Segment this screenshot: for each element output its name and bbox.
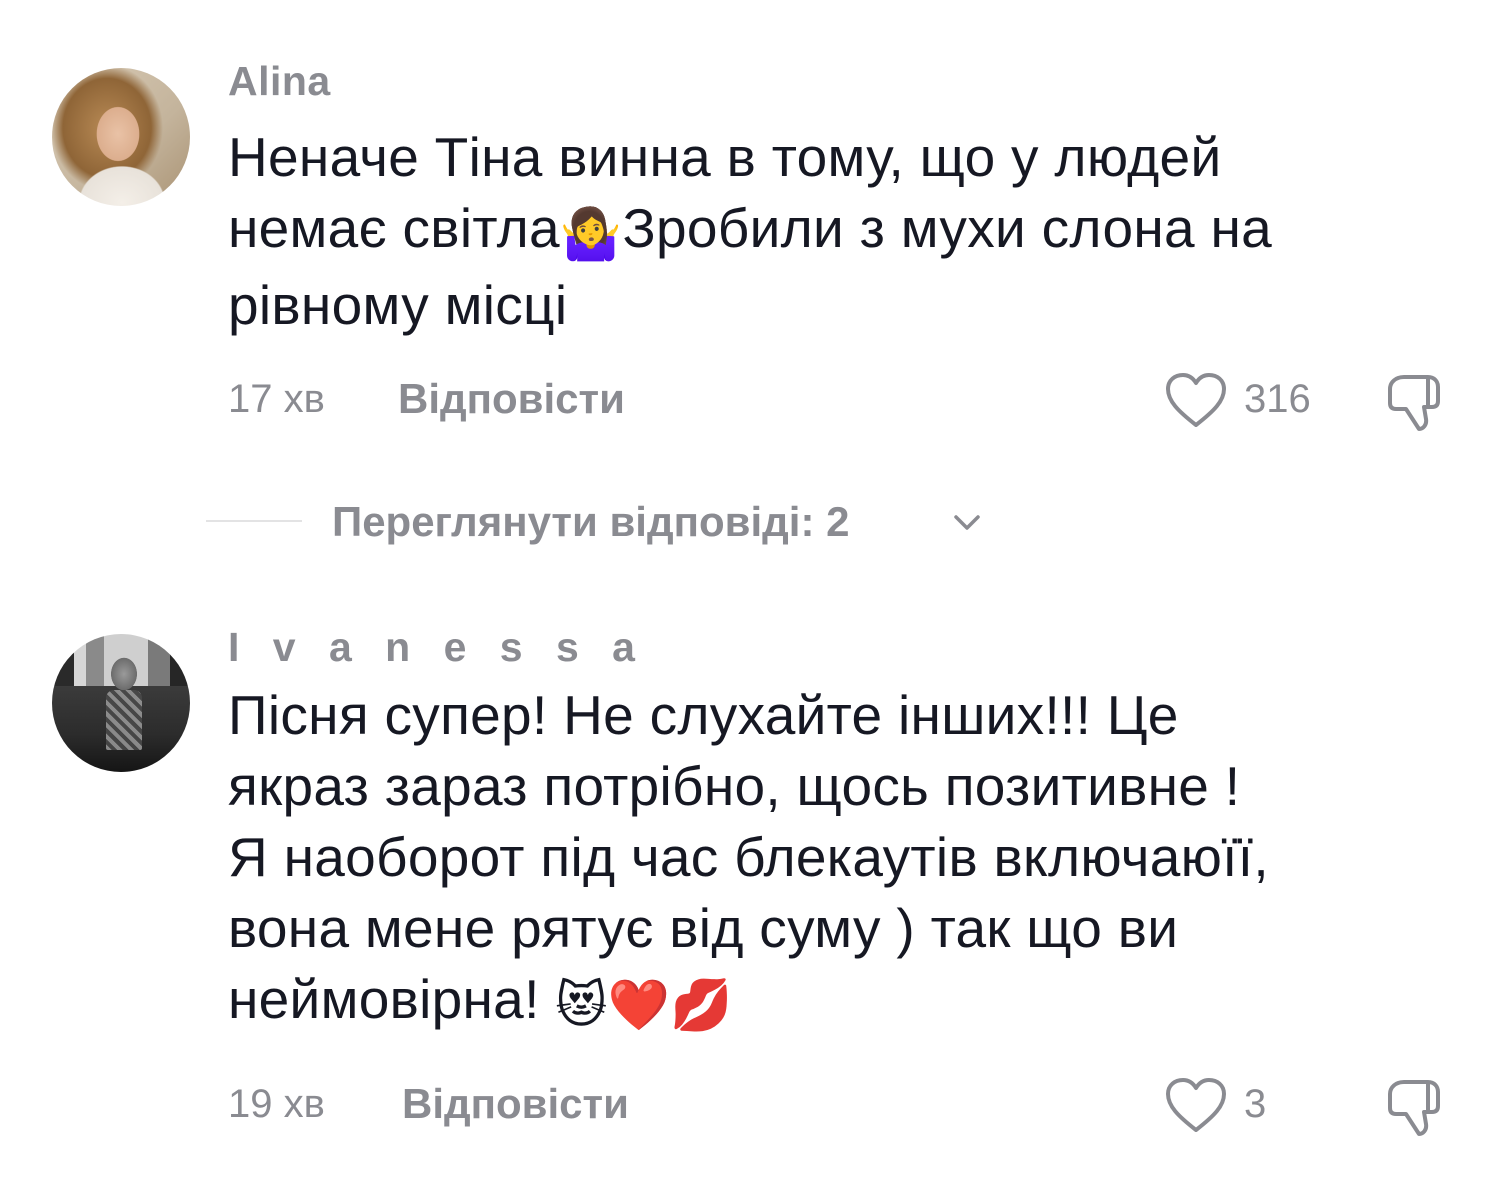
comment-text: Пісня супер! Не слухайте інших!!! Це якр…: [228, 680, 1468, 1041]
comment-text-line: якраз зараз потрібно, щось позитивне !: [228, 755, 1241, 817]
comment-text-segment: Зробили з мухи слона на: [622, 197, 1273, 259]
comment-username[interactable]: Alina: [228, 58, 331, 105]
divider-line: [206, 520, 302, 522]
view-replies-row[interactable]: Переглянути відповіді: 2: [206, 490, 1106, 550]
view-replies-button[interactable]: Переглянути відповіді: 2: [332, 498, 850, 546]
comment-text-line: Неначе Тіна винна в тому, що у людей: [228, 126, 1222, 188]
heart-outline-icon[interactable]: [1164, 371, 1228, 431]
like-count: 3: [1244, 1082, 1267, 1126]
comment-text-line: Я наоборот під час блекаутів включаюїї,: [228, 826, 1269, 888]
avatar[interactable]: [52, 634, 190, 772]
comment-meta: 17 хв Відповісти 316: [228, 367, 1500, 431]
woman-shrugging-emoji-icon: 🤷‍♀️: [559, 205, 623, 263]
thumbs-down-icon[interactable]: [1384, 371, 1448, 435]
heart-outline-icon[interactable]: [1164, 1076, 1228, 1136]
comment-text-line: неймовірна! 😻❤️💋: [228, 964, 1468, 1041]
comment-username[interactable]: I v a n e s s a: [228, 624, 646, 671]
comment-text-line: Пісня супер! Не слухайте інших!!! Це: [228, 684, 1179, 746]
comment-text-line: рівному місці: [228, 274, 568, 336]
comment-text-segment: неймовірна!: [228, 968, 556, 1030]
heart-eyes-cat-heart-kiss-emoji-icon: 😻❤️💋: [555, 976, 733, 1034]
comment-text-line: немає світла🤷‍♀️Зробили з мухи слона на: [228, 193, 1468, 270]
thumbs-down-icon[interactable]: [1384, 1076, 1448, 1140]
comment-meta: 19 хв Відповісти 3: [228, 1072, 1500, 1136]
comment-text-line: вона мене рятує від суму ) так що ви: [228, 897, 1179, 959]
avatar[interactable]: [52, 68, 190, 206]
comment-timestamp: 17 хв: [228, 377, 325, 421]
comment-text: Неначе Тіна винна в тому, що у людей нем…: [228, 122, 1468, 341]
like-count: 316: [1244, 377, 1311, 421]
comment-timestamp: 19 хв: [228, 1082, 325, 1126]
chevron-down-icon[interactable]: [950, 508, 984, 536]
reply-button[interactable]: Відповісти: [402, 1080, 629, 1128]
comment-text-segment: немає світла: [228, 197, 560, 259]
reply-button[interactable]: Відповісти: [398, 375, 625, 423]
